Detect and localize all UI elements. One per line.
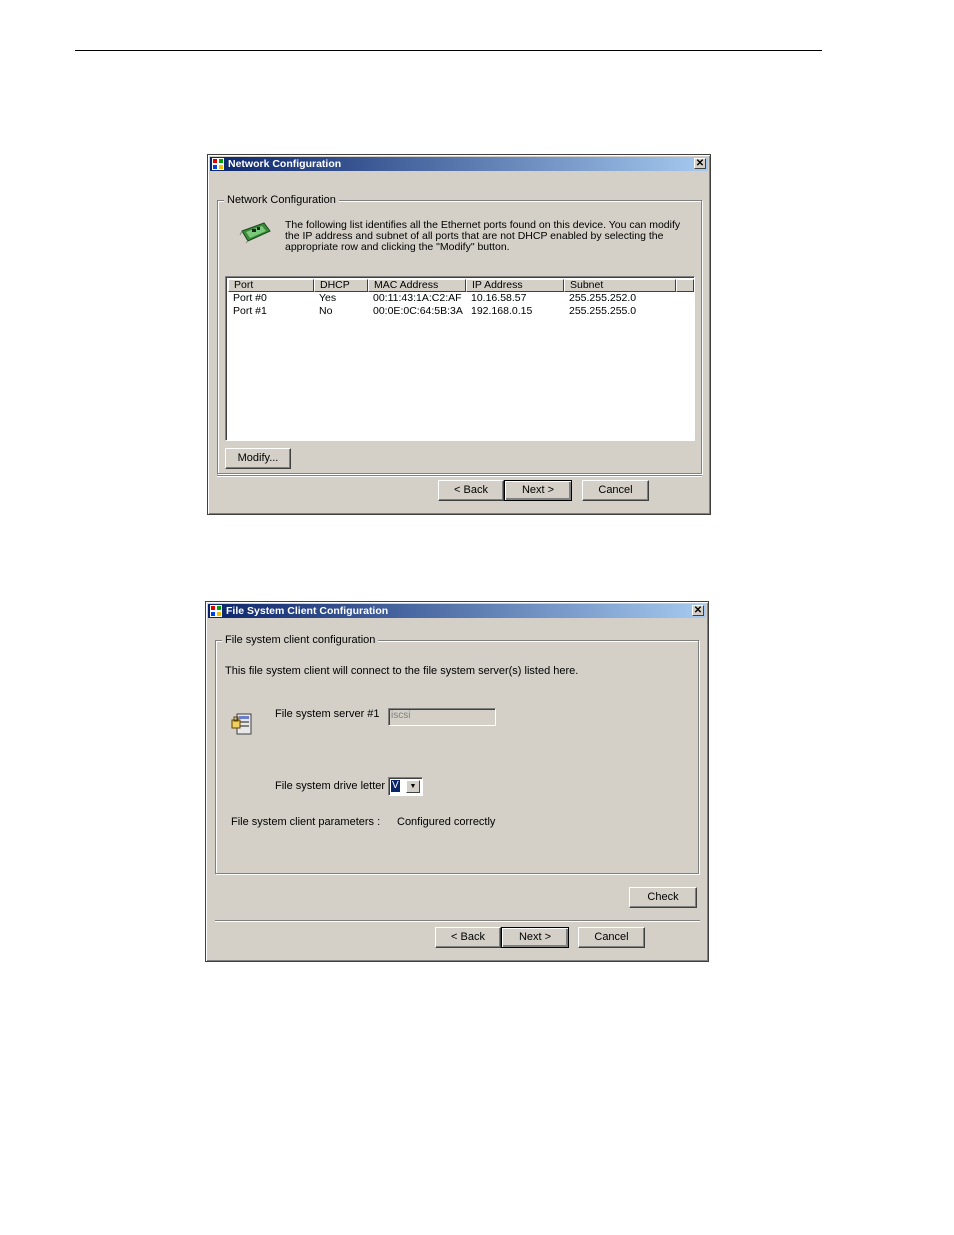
modify-button-label: Modify... — [237, 452, 279, 464]
fs-dialog-titlebar[interactable]: File System Client Configuration ✕ — [208, 604, 706, 618]
windows-app-icon — [212, 158, 224, 170]
back-button-label: < Back — [454, 484, 488, 496]
back-button[interactable]: < Back — [438, 480, 504, 501]
server-input[interactable]: iscsi — [388, 708, 496, 726]
column-header-dhcp[interactable]: DHCP — [314, 279, 368, 292]
ethernet-port-list[interactable]: Port DHCP MAC Address IP Address Subnet … — [225, 276, 695, 441]
back-button-label: < Back — [451, 931, 485, 943]
network-configuration-dialog: Network Configuration ✕ Network Configur… — [207, 154, 711, 515]
subnet-cell: 255.255.252.0 — [569, 292, 637, 304]
network-card-icon — [239, 222, 271, 243]
column-header-ip-address[interactable]: IP Address — [466, 279, 564, 292]
port-cell: Port #0 — [233, 292, 267, 304]
params-label: File system client parameters : — [231, 816, 381, 828]
modify-button[interactable]: Modify... — [225, 448, 291, 469]
cancel-button[interactable]: Cancel — [582, 480, 649, 501]
close-icon[interactable]: ✕ — [692, 605, 704, 616]
network-dialog-title: Network Configuration — [228, 158, 342, 170]
fs-config-group: File system client configuration This fi… — [215, 634, 699, 874]
ip-cell: 192.168.0.15 — [471, 305, 533, 317]
network-config-group: Network Configuration The following list… — [217, 194, 702, 474]
network-button-separator — [217, 475, 702, 477]
cancel-button[interactable]: Cancel — [578, 927, 645, 948]
cancel-button-label: Cancel — [598, 484, 633, 496]
column-header-mac-address[interactable]: MAC Address — [368, 279, 466, 292]
column-header-subnet[interactable]: Subnet — [564, 279, 676, 292]
column-header-port[interactable]: Port — [228, 279, 314, 292]
fs-dialog-title: File System Client Configuration — [226, 605, 389, 617]
mac-cell: 00:11:43:1A:C2:AF — [373, 292, 462, 304]
chevron-down-icon[interactable]: ▼ — [406, 780, 420, 793]
server-label: File system server #1 — [275, 708, 380, 720]
file-system-client-dialog: File System Client Configuration ✕ File … — [205, 601, 709, 962]
network-group-title: Network Configuration — [224, 194, 339, 206]
dhcp-cell: Yes — [319, 292, 337, 304]
file-server-icon — [231, 713, 252, 735]
table-row[interactable]: Port #0 Yes 00:11:43:1A:C2:AF 10.16.58.5… — [228, 292, 692, 305]
drive-letter-select[interactable]: V ▼ — [388, 777, 423, 796]
subnet-cell: 255.255.255.0 — [569, 305, 637, 317]
drive-letter-label: File system drive letter — [275, 780, 386, 792]
params-status: Configured correctly — [397, 816, 496, 828]
close-icon[interactable]: ✕ — [694, 158, 706, 169]
fs-group-title: File system client configuration — [222, 634, 379, 646]
check-button-label: Check — [647, 891, 679, 903]
check-button[interactable]: Check — [629, 887, 697, 908]
port-cell: Port #1 — [233, 305, 267, 317]
back-button[interactable]: < Back — [435, 927, 501, 948]
port-list-header: Port DHCP MAC Address IP Address Subnet — [228, 279, 694, 292]
column-header-filler — [676, 279, 694, 292]
ip-cell: 10.16.58.57 — [471, 292, 527, 304]
next-button[interactable]: Next > — [504, 480, 572, 501]
network-description: The following list identifies all the Et… — [285, 219, 681, 253]
next-button-label: Next > — [518, 931, 552, 943]
network-dialog-titlebar[interactable]: Network Configuration ✕ — [210, 157, 708, 171]
windows-app-icon — [210, 605, 222, 617]
next-button[interactable]: Next > — [501, 927, 569, 948]
fs-button-separator — [215, 920, 700, 922]
mac-cell: 00:0E:0C:64:5B:3A — [373, 305, 463, 317]
table-row[interactable]: Port #1 No 00:0E:0C:64:5B:3A 192.168.0.1… — [228, 305, 692, 318]
next-button-label: Next > — [521, 484, 555, 496]
page-rule — [75, 50, 822, 51]
dhcp-cell: No — [319, 305, 333, 317]
cancel-button-label: Cancel — [594, 931, 629, 943]
fs-intro-text: This file system client will connect to … — [225, 665, 579, 677]
drive-letter-value: V — [390, 779, 401, 793]
